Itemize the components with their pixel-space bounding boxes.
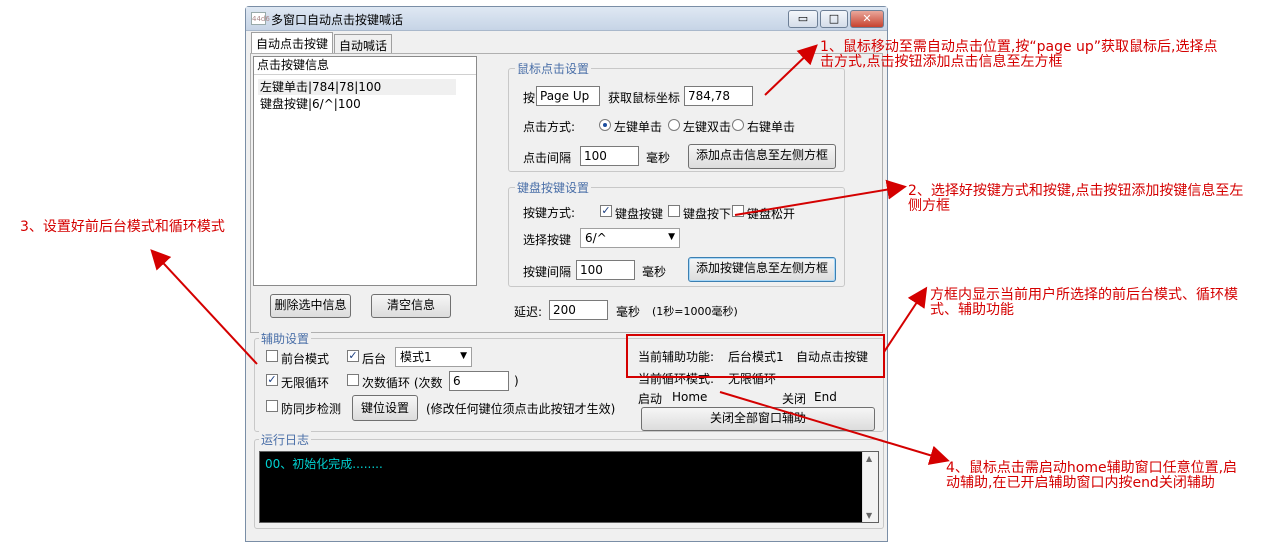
annotation-1: 1、鼠标移动至需自动点击位置,按“page up”获取鼠标后,选择点击方式,点击…	[820, 39, 1218, 70]
annotation-4: 4、鼠标点击需启动home辅助窗口任意位置,启动辅助,在已开启辅助窗口内按end…	[946, 460, 1238, 491]
arrow-3	[150, 249, 258, 365]
arrow-4	[883, 286, 928, 353]
arrow-1	[764, 44, 818, 96]
annotation-box: 方框内显示当前用户所选择的前后台模式、循环模式、辅助功能	[930, 287, 1238, 318]
annotation-3: 3、设置好前后台模式和循环模式	[20, 219, 225, 235]
arrow-2	[734, 179, 907, 216]
arrow-5	[719, 391, 950, 465]
annotation-2: 2、选择好按键方式和按键,点击按钮添加按键信息至左侧方框	[908, 183, 1244, 214]
